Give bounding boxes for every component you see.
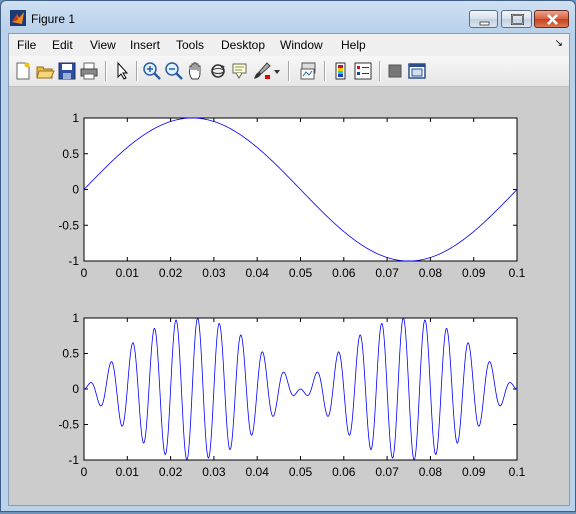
axes-1-x-tick-label: 0.06 [332,266,356,280]
axes-1[interactable]: 0 0.01 0.02 0.03 0.04 0.05 0.06 0.07 0.08 0.09 0.1… [58,111,525,280]
axes-2-x-tick-label: 0.1 [509,465,526,479]
axes-1-x-tick-label: 0.04 [246,266,270,280]
axes-1-x-tick-label: 0.02 [159,266,183,280]
axes-2-x-tick-label: 0.06 [332,465,356,479]
axes-1-x-tick-label: 0.09 [462,266,486,280]
axes-1-y-tick-label: 0 [72,183,79,197]
axes-2-x-tick-label: 0.02 [159,465,183,479]
axes-1-y-tick-label: 0.5 [62,147,79,161]
axes-1-y-tick-label: -0.5 [58,218,79,232]
axes-1-x-tick-label: 0.03 [202,266,226,280]
axes-1-x-tick-label: 0.05 [289,266,313,280]
axes-2-x-tick-label: 0.08 [419,465,443,479]
plots-svg: 0 0.01 0.02 0.03 0.04 0.05 0.06 0.07 0.08 0.09 0.1… [58,111,525,479]
axes-2-x-tick-label: 0.07 [375,465,399,479]
axes-2-x-tick-label: 0.03 [202,465,226,479]
axes-2-x-tick-label: 0.01 [116,465,140,479]
axes-1-x-tick-label: 0.07 [375,266,399,280]
figure-client-area: File Edit View Insert Tools Desktop Wind… [8,33,570,506]
axes-2-x-tick-label: 0.09 [462,465,486,479]
axes-1-x-tick-label: 0.01 [116,266,140,280]
axes-1-x-tick-label: 0.1 [509,266,526,280]
axes-1-y-tick-label: 1 [72,111,79,125]
axes-2-y-tick-label: 1 [72,311,79,325]
axes-2-y-tick-label: 0 [72,382,79,396]
axes-1-x-tick-label: 0.08 [419,266,443,280]
axes-2-y-tick-label: -1 [68,453,79,467]
axes-2-x-tick-label: 0 [81,465,88,479]
axes-2[interactable]: 0 0.01 0.02 0.03 0.04 0.05 0.06 0.07 0.08 0.09 0.1… [58,311,525,479]
axes-2-y-tick-label: 0.5 [62,347,79,361]
axes-2-x-tick-label: 0.04 [246,465,270,479]
figure-canvas: 0 0.01 0.02 0.03 0.04 0.05 0.06 0.07 0.08 0.09 0.1… [9,87,569,505]
axes-1-x-tick-label: 0 [81,266,88,280]
figure-window: Figure 1 File Edit View Insert Tools Des… [0,0,576,512]
axes-1-y-tick-label: -1 [68,254,79,268]
axes-2-y-tick-label: -0.5 [58,418,79,432]
axes-2-x-tick-label: 0.05 [289,465,313,479]
